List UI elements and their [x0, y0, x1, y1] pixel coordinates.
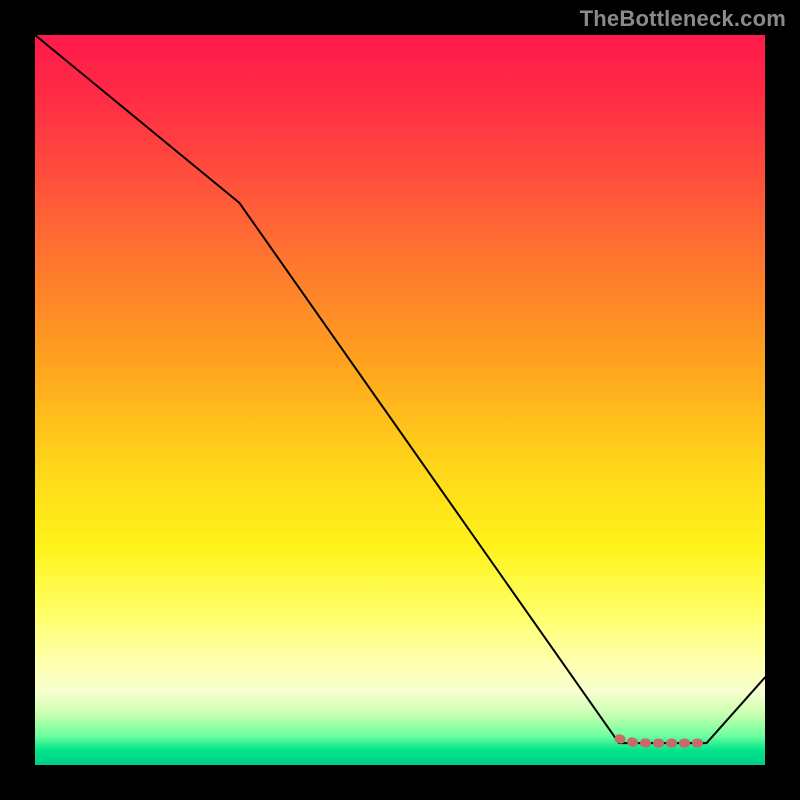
bottleneck-curve-line [35, 35, 765, 743]
chart-stage: TheBottleneck.com [0, 0, 800, 800]
chart-overlay [35, 35, 765, 765]
plot-area [35, 35, 765, 765]
optimal-range-marker-line [619, 739, 707, 743]
watermark-text: TheBottleneck.com [580, 6, 786, 32]
